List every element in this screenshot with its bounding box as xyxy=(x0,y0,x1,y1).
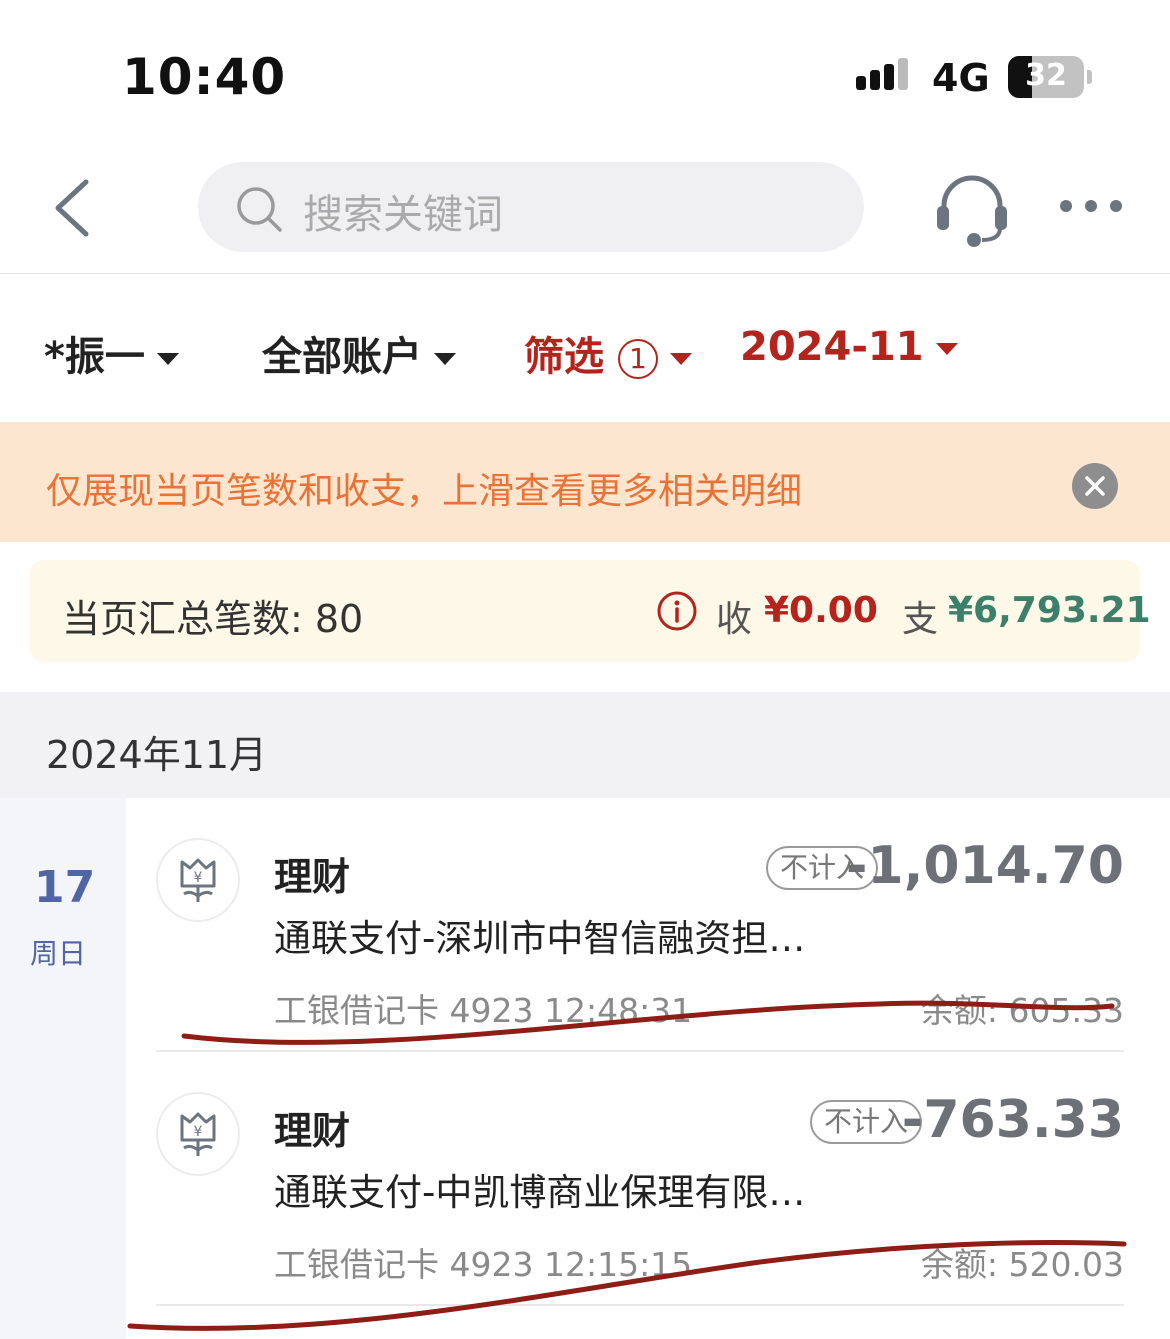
filter-dropdown[interactable]: 筛选 1 xyxy=(524,324,692,382)
notice-close-button[interactable] xyxy=(1072,463,1118,509)
search-input[interactable]: 搜索关键词 xyxy=(198,162,864,252)
month-header-label: 2024年11月 xyxy=(46,733,268,777)
page-summary: 当页汇总笔数: 80 收 ¥0.00 支 ¥6,793.21 xyxy=(30,560,1151,662)
signal-icon xyxy=(856,58,916,98)
day-weekday: 周日 xyxy=(30,937,87,970)
status-bar: 10:40 4G 32 xyxy=(0,0,1170,150)
user-dropdown[interactable]: *振一 xyxy=(44,324,179,382)
transaction-meta: 工银借记卡 4923 12:15:15 xyxy=(274,1245,693,1284)
notice-text: 仅展现当页笔数和收支，上滑查看更多相关明细 xyxy=(46,471,803,512)
svg-text:¥: ¥ xyxy=(194,1124,203,1140)
wealth-icon: ¥ xyxy=(156,1092,240,1176)
transaction-description: 通联支付-中凯博商业保理有限… xyxy=(274,1171,806,1214)
back-button[interactable] xyxy=(44,176,104,240)
notice-banner: 仅展现当页笔数和收支，上滑查看更多相关明细 xyxy=(0,422,1170,542)
transaction-amount: -763.33 xyxy=(901,1090,1124,1150)
wealth-icon-glyph: ¥ xyxy=(180,1112,216,1156)
close-icon xyxy=(1085,476,1105,496)
month-header: 2024年11月 xyxy=(0,692,1170,798)
caret-down-icon xyxy=(935,343,958,355)
nav-bar: 搜索关键词 xyxy=(0,150,1170,274)
transaction-balance: 余额: 520.03 xyxy=(920,1245,1124,1284)
account-dropdown[interactable]: 全部账户 xyxy=(262,324,456,382)
info-icon[interactable] xyxy=(656,590,698,632)
svg-text:¥: ¥ xyxy=(194,870,203,886)
transaction-category: 理财 xyxy=(274,855,351,899)
transaction-description: 通联支付-深圳市中智信融资担… xyxy=(274,917,806,960)
search-icon xyxy=(237,187,282,232)
transaction-row[interactable]: ¥ 理财 不计入 -763.33 通联支付-中凯博商业保理有限… 工银借记卡 4… xyxy=(126,1052,1170,1306)
transaction-category: 理财 xyxy=(274,1109,351,1153)
row-divider xyxy=(156,1304,1124,1306)
income-label: 收 xyxy=(716,599,753,640)
transaction-balance: 余额: 605.33 xyxy=(920,991,1124,1030)
transaction-meta: 工银借记卡 4923 12:48:31 xyxy=(274,991,693,1030)
battery-icon: 32 xyxy=(1008,56,1084,98)
wealth-icon-glyph: ¥ xyxy=(180,858,216,902)
transaction-row[interactable]: ¥ 理财 不计入 -1,014.70 通联支付-深圳市中智信融资担… 工银借记卡… xyxy=(126,798,1170,1052)
caret-down-icon xyxy=(670,353,692,365)
battery-level: 32 xyxy=(1025,58,1067,93)
customer-service-button[interactable] xyxy=(934,168,1010,248)
account-label: 全部账户 xyxy=(262,334,422,380)
expense-label: 支 xyxy=(902,599,939,640)
more-dots-icon xyxy=(1060,200,1122,212)
headset-icon xyxy=(937,175,1007,247)
transaction-amount: -1,014.70 xyxy=(845,836,1124,896)
day-number: 17 xyxy=(34,862,96,913)
caret-down-icon xyxy=(156,353,179,365)
expense-value: ¥6,793.21 xyxy=(948,590,1151,631)
status-time: 10:40 xyxy=(122,48,287,106)
network-type: 4G xyxy=(932,56,990,100)
battery-tip xyxy=(1087,70,1092,84)
chevron-left-icon xyxy=(55,179,89,237)
user-label: *振一 xyxy=(44,334,145,380)
month-dropdown[interactable]: 2024-11 xyxy=(740,324,958,370)
income-value: ¥0.00 xyxy=(764,590,878,631)
filter-bar: *振一 全部账户 筛选 1 2024-11 xyxy=(0,274,1170,422)
wealth-icon: ¥ xyxy=(156,838,240,922)
more-button[interactable] xyxy=(1056,186,1126,226)
summary-count: 当页汇总笔数: 80 xyxy=(62,597,364,641)
search-placeholder: 搜索关键词 xyxy=(303,192,503,238)
filter-label: 筛选 xyxy=(524,334,604,380)
filter-count-badge: 1 xyxy=(618,339,658,379)
caret-down-icon xyxy=(434,353,456,365)
month-label: 2024-11 xyxy=(740,324,924,370)
